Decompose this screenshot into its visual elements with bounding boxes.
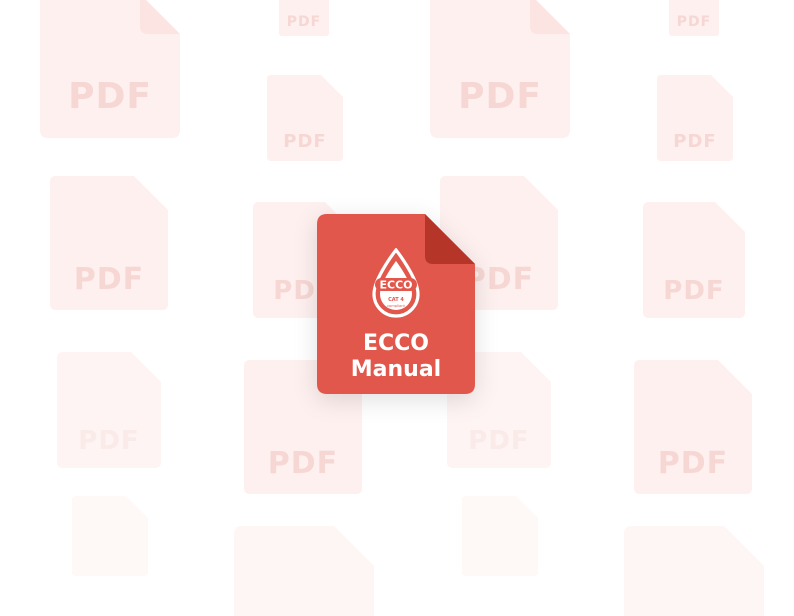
faded-pdf-icon: PDF — [430, 0, 570, 138]
card-title-line2: Manual — [350, 357, 442, 382]
faded-pdf-label: PDF — [78, 426, 140, 456]
faded-pdf-icon: PDF — [267, 75, 343, 161]
card-title-line1: ECCO — [362, 331, 430, 356]
faded-pdf-icon — [234, 526, 374, 616]
faded-pdf-icon — [462, 496, 538, 576]
drop-logo-text: ECCO — [379, 279, 412, 292]
faded-pdf-icon: PDF — [57, 352, 161, 468]
faded-pdf-icon: PDF — [50, 176, 168, 310]
faded-pdf-icon — [72, 496, 148, 576]
faded-pdf-label: PDF — [286, 14, 322, 30]
faded-pdf-icon — [624, 526, 764, 616]
drop-logo-small-line2: compliant — [387, 304, 405, 308]
faded-pdf-label: PDF — [468, 426, 530, 456]
faded-pdf-icon: PDF — [669, 0, 719, 36]
faded-pdf-label: PDF — [283, 131, 327, 152]
faded-pdf-label: PDF — [458, 76, 542, 117]
ecco-manual-pdf-card[interactable]: ECCO CAT 4 compliant ECCO Manual — [317, 214, 475, 394]
faded-pdf-label: PDF — [657, 446, 729, 481]
faded-pdf-icon: PDF — [657, 75, 733, 161]
faded-pdf-label: PDF — [673, 131, 717, 152]
faded-pdf-icon: PDF — [643, 202, 745, 318]
faded-pdf-label: PDF — [68, 76, 152, 117]
faded-pdf-icon: PDF — [279, 0, 329, 36]
drop-logo-small-line1: CAT 4 — [388, 297, 404, 303]
faded-pdf-icon: PDF — [634, 360, 752, 494]
faded-pdf-label: PDF — [663, 276, 725, 306]
ecco-drop-logo-icon: ECCO CAT 4 compliant — [372, 248, 420, 318]
faded-pdf-label: PDF — [267, 446, 339, 481]
faded-pdf-label: PDF — [73, 262, 145, 297]
faded-pdf-label: PDF — [676, 14, 712, 30]
faded-pdf-icon: PDF — [40, 0, 180, 138]
